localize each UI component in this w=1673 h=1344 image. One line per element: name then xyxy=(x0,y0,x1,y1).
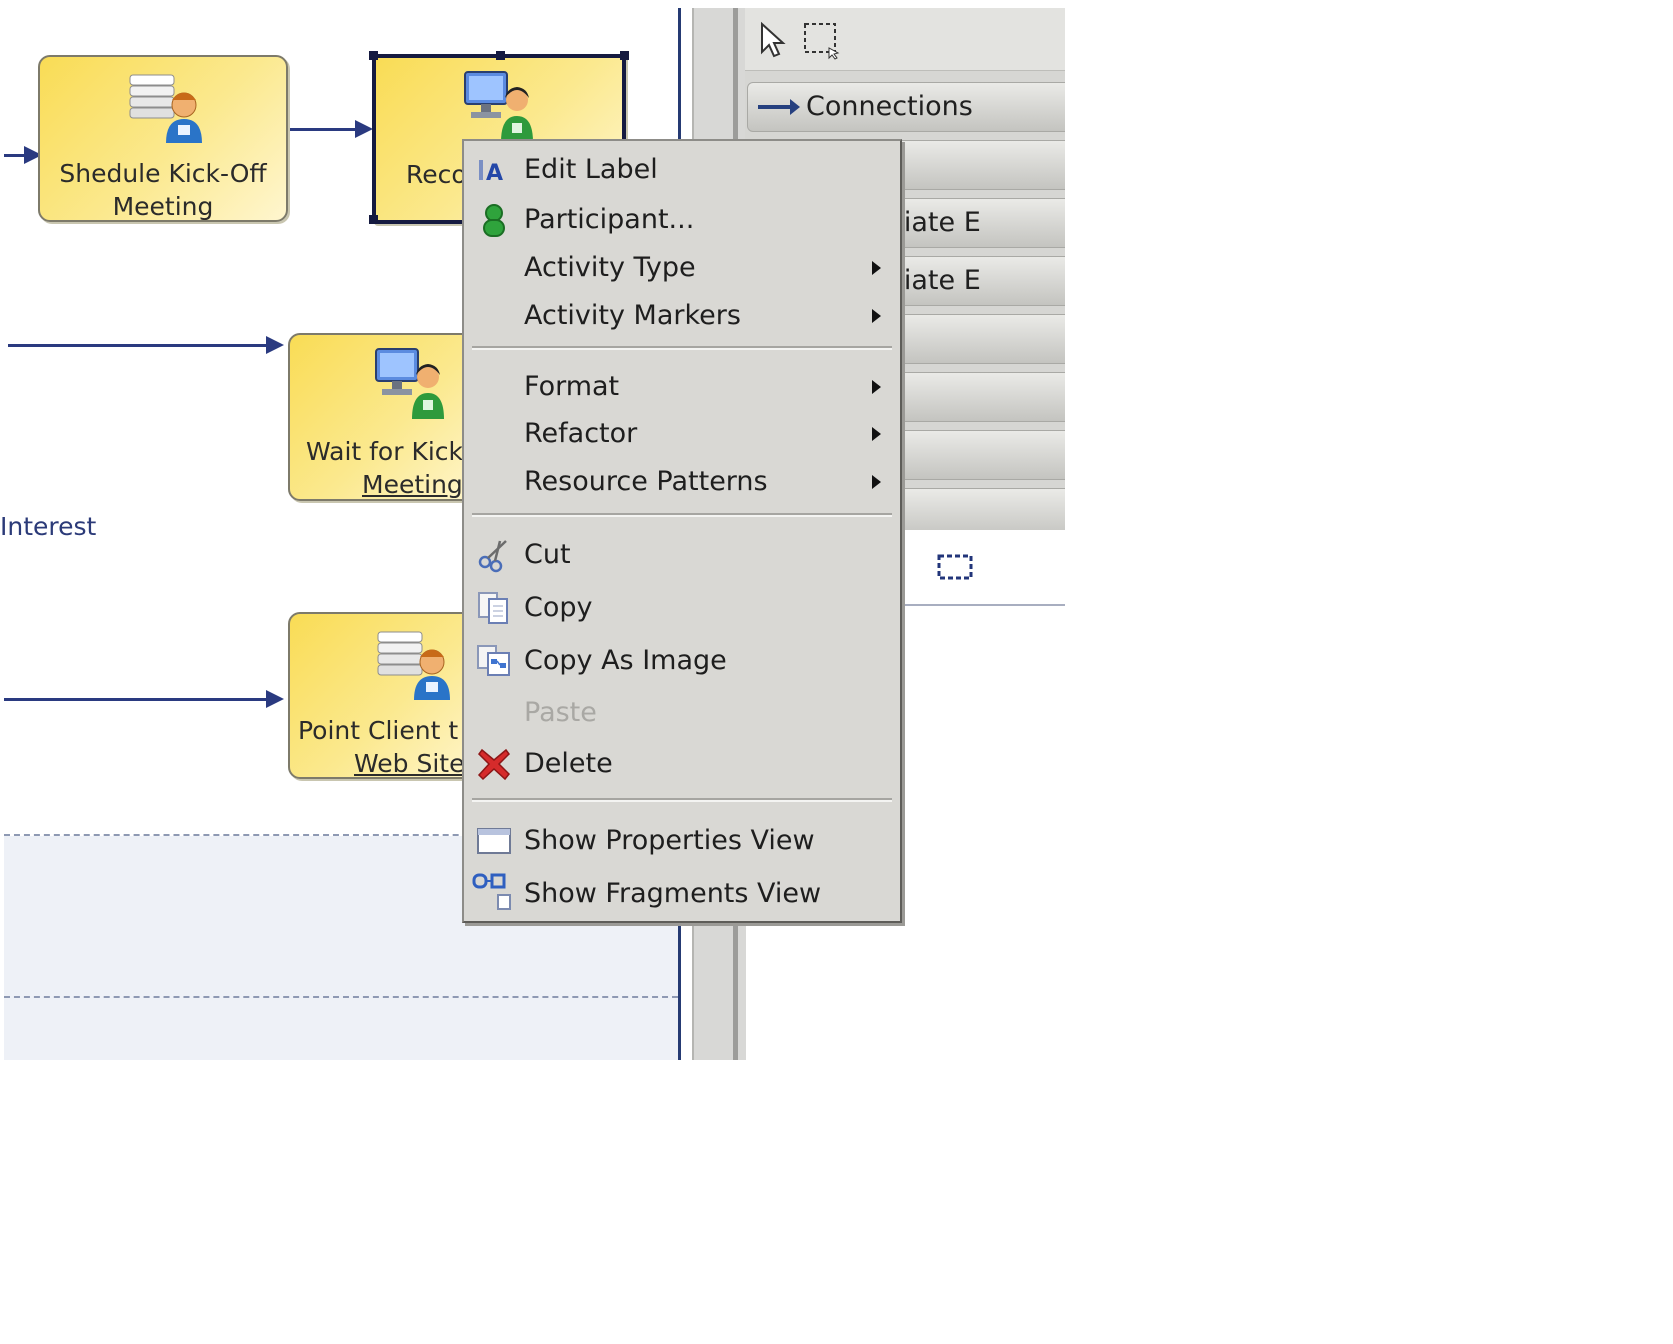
selection-handle[interactable] xyxy=(369,51,378,60)
sequence-flow-schedule-to-record[interactable] xyxy=(290,128,362,131)
submenu-arrow-icon xyxy=(872,261,881,275)
menu-item-show-fragments-view[interactable]: Show Fragments View xyxy=(464,871,900,917)
menu-item-label: Participant... xyxy=(524,204,695,235)
menu-item-format[interactable]: Format xyxy=(464,364,900,410)
selection-handle[interactable] xyxy=(496,51,505,60)
menu-item-delete[interactable]: Delete xyxy=(464,741,900,787)
menu-item-show-properties-view[interactable]: Show Properties View xyxy=(464,818,900,864)
lane-label: Interest xyxy=(0,512,97,541)
selection-handle[interactable] xyxy=(620,51,629,60)
palette-drawer-connections[interactable]: Connections xyxy=(747,82,1065,132)
menu-item-resource-patterns[interactable]: Resource Patterns xyxy=(464,459,900,505)
menu-item-label: Cut xyxy=(524,539,571,570)
drawer-label: Connections xyxy=(806,91,973,122)
properties-view-icon xyxy=(476,823,512,859)
computer-user-icon xyxy=(461,68,541,148)
menu-item-label: Paste xyxy=(524,697,597,728)
menu-separator xyxy=(472,798,892,802)
menu-item-label: Refactor xyxy=(524,418,638,449)
flow-arrowhead xyxy=(266,336,284,354)
activity-label-line1: Wait for Kick xyxy=(306,437,464,466)
edit-label-icon: A xyxy=(476,152,512,188)
menu-item-edit-label[interactable]: A Edit Label xyxy=(464,147,900,193)
menu-item-label: Show Properties View xyxy=(524,825,815,856)
submenu-arrow-icon xyxy=(872,475,881,489)
fragments-view-icon xyxy=(472,873,514,910)
menu-item-label: Edit Label xyxy=(524,154,658,185)
task-stack-person-icon xyxy=(126,67,206,151)
sequence-flow-to-point-client[interactable] xyxy=(4,698,270,701)
connection-arrow-icon xyxy=(758,99,800,115)
menu-item-participant[interactable]: Participant... xyxy=(464,197,900,243)
menu-item-label: Delete xyxy=(524,748,613,779)
menu-item-cut[interactable]: Cut xyxy=(464,532,900,578)
sequence-flow-to-wait[interactable] xyxy=(8,344,270,347)
menu-item-refactor[interactable]: Refactor xyxy=(464,411,900,457)
activity-label-line1: Shedule Kick-Off xyxy=(59,159,267,188)
sequence-flow-incoming[interactable] xyxy=(4,154,26,157)
activity-label-line1: Point Client t xyxy=(298,716,459,745)
menu-item-label: Resource Patterns xyxy=(524,466,768,497)
marquee-select-icon[interactable] xyxy=(936,552,976,586)
activity-point-client[interactable]: Point Client t Web Site xyxy=(288,612,488,779)
cut-icon xyxy=(476,537,512,573)
flow-arrowhead xyxy=(355,120,373,138)
lane-divider-bottom xyxy=(4,996,678,998)
menu-item-label: Activity Type xyxy=(524,252,696,283)
menu-separator xyxy=(472,346,892,350)
activity-label-line2: Meeting xyxy=(362,470,463,499)
flow-arrowhead xyxy=(266,690,284,708)
menu-item-label: Format xyxy=(524,371,620,402)
menu-item-copy[interactable]: Copy xyxy=(464,585,900,631)
menu-item-label: Activity Markers xyxy=(524,300,741,331)
activity-schedule-kickoff[interactable]: Shedule Kick-Off Meeting xyxy=(38,55,288,222)
delete-icon xyxy=(476,746,512,782)
submenu-arrow-icon xyxy=(872,309,881,323)
submenu-arrow-icon xyxy=(872,427,881,441)
menu-separator xyxy=(472,513,892,517)
copy-icon xyxy=(476,590,512,626)
menu-item-activity-markers[interactable]: Activity Markers xyxy=(464,293,900,339)
context-menu: A Edit Label Participant... Activity Typ… xyxy=(462,139,902,923)
menu-item-paste: Paste xyxy=(464,690,900,736)
computer-user-icon xyxy=(372,345,452,425)
selection-handle[interactable] xyxy=(369,215,378,224)
activity-label-line2: Web Site xyxy=(354,749,465,778)
participant-icon xyxy=(476,202,512,238)
copy-image-icon xyxy=(476,643,512,679)
menu-item-label: Copy xyxy=(524,592,593,623)
palette-footer xyxy=(892,530,1065,606)
marquee-select-icon[interactable] xyxy=(799,18,843,62)
menu-item-copy-as-image[interactable]: Copy As Image xyxy=(464,638,900,684)
submenu-arrow-icon xyxy=(872,380,881,394)
menu-item-label: Copy As Image xyxy=(524,645,727,676)
menu-item-activity-type[interactable]: Activity Type xyxy=(464,245,900,291)
activity-label-line2: Meeting xyxy=(112,192,214,221)
menu-item-label: Show Fragments View xyxy=(524,878,822,909)
select-arrow-icon[interactable] xyxy=(751,18,795,62)
activity-wait-kickoff[interactable]: Wait for Kick Meeting xyxy=(288,333,488,501)
palette-toolbar xyxy=(745,8,1065,71)
svg-text:A: A xyxy=(486,161,503,186)
task-stack-person-icon xyxy=(374,624,454,708)
